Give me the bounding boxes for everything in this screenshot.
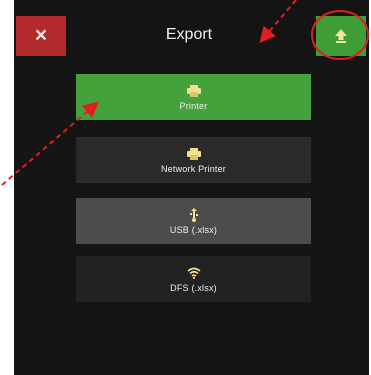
export-upload-icon [335,29,347,43]
close-icon: × [34,24,48,47]
export-panel: × Export Printer Network Printer USB (.x… [14,0,369,375]
option-printer[interactable]: Printer [76,74,311,120]
option-label: Network Printer [160,163,226,174]
option-dfs[interactable]: DFS (.xlsx) [76,256,311,302]
option-label: Printer [179,100,208,111]
export-button[interactable] [316,16,366,56]
header-bar: × Export [14,0,369,62]
option-label: DFS (.xlsx) [170,282,217,293]
option-network-printer[interactable]: Network Printer [76,137,311,183]
close-button[interactable]: × [16,16,66,56]
option-label: USB (.xlsx) [169,224,218,235]
network-printer-icon [186,147,201,161]
usb-icon [189,207,199,222]
option-usb[interactable]: USB (.xlsx) [76,198,311,244]
page-title: Export [165,26,213,43]
printer-icon [186,84,201,98]
wifi-icon [186,266,201,280]
